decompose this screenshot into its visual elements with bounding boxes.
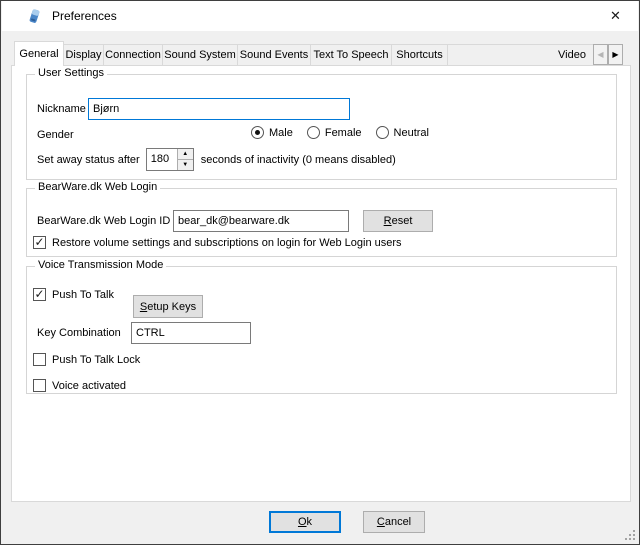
- key-combination-label: Key Combination: [37, 326, 121, 341]
- gender-option-neutral[interactable]: Neutral: [376, 126, 429, 139]
- away-label: Set away status after: [37, 154, 140, 166]
- window-title: Preferences: [52, 9, 117, 23]
- checkbox-label: Voice activated: [52, 380, 126, 392]
- away-seconds-spinner[interactable]: 180 ▲ ▼: [146, 148, 194, 171]
- radio-label: Neutral: [394, 127, 429, 139]
- tab-label: Connection: [105, 49, 161, 61]
- tab-pane-general: User Settings Nickname Gender Male Female…: [11, 65, 631, 502]
- checkbox-icon: ✓: [33, 236, 46, 249]
- tab-display[interactable]: Display: [63, 44, 104, 65]
- gender-radio-group: Male Female Neutral: [251, 126, 429, 139]
- ok-button[interactable]: Ok: [269, 511, 341, 533]
- close-icon: ✕: [610, 8, 621, 24]
- tab-sound-events[interactable]: Sound Events: [237, 44, 311, 65]
- reset-button[interactable]: Reset: [363, 210, 433, 232]
- group-web-login: BearWare.dk Web Login BearWare.dk Web Lo…: [26, 188, 617, 257]
- tab-label: Text To Speech: [314, 49, 389, 61]
- nickname-label: Nickname: [37, 102, 86, 117]
- radio-icon: [251, 126, 264, 139]
- radio-label: Female: [325, 127, 362, 139]
- restore-volume-checkbox[interactable]: ✓ Restore volume settings and subscripti…: [33, 235, 402, 250]
- spinner-up-icon: ▲: [182, 151, 188, 157]
- tab-label: Sound System: [164, 49, 236, 61]
- radio-label: Male: [269, 127, 293, 139]
- group-voice-transmission: Voice Transmission Mode ✓ Push To Talk S…: [26, 266, 617, 394]
- checkbox-label: Push To Talk Lock: [52, 354, 140, 366]
- tab-label: General: [19, 48, 58, 60]
- scroll-right-icon: ▶: [612, 50, 618, 59]
- button-mnemonic: R: [384, 215, 392, 227]
- tab-label: Sound Events: [240, 49, 309, 61]
- tab-text-to-speech[interactable]: Text To Speech: [310, 44, 392, 65]
- checkbox-icon: ✓: [33, 379, 46, 392]
- gender-option-male[interactable]: Male: [251, 126, 293, 139]
- web-login-id-input[interactable]: [173, 210, 349, 232]
- voice-activated-checkbox[interactable]: ✓ Voice activated: [33, 378, 126, 393]
- radio-icon: [376, 126, 389, 139]
- setup-keys-button[interactable]: Setup Keys: [133, 295, 203, 318]
- tab-connection[interactable]: Connection: [103, 44, 163, 65]
- button-mnemonic: S: [140, 301, 147, 313]
- spinner-up-button[interactable]: ▲: [178, 149, 193, 160]
- web-login-id-label: BearWare.dk Web Login ID: [37, 214, 170, 229]
- push-to-talk-checkbox[interactable]: ✓ Push To Talk: [33, 287, 114, 302]
- button-label: eset: [392, 215, 413, 227]
- resize-grip[interactable]: [623, 528, 636, 541]
- away-suffix-label: seconds of inactivity (0 means disabled): [201, 154, 396, 166]
- group-user-settings: User Settings Nickname Gender MaleFemale…: [26, 74, 617, 180]
- tab-label: Display: [65, 49, 101, 61]
- gender-option-female[interactable]: Female: [307, 126, 362, 139]
- button-label: k: [307, 516, 313, 528]
- spinner-value: 180: [147, 149, 177, 170]
- radio-icon: [307, 126, 320, 139]
- titlebar[interactable]: Preferences ✕: [2, 1, 638, 31]
- tab-shortcuts[interactable]: Shortcuts: [391, 44, 448, 65]
- checkbox-label: Restore volume settings and subscription…: [52, 237, 402, 249]
- group-title: BearWare.dk Web Login: [35, 181, 160, 193]
- button-mnemonic: O: [298, 516, 307, 528]
- checkbox-icon: ✓: [33, 353, 46, 366]
- gender-label: Gender: [37, 128, 74, 143]
- nickname-input[interactable]: [88, 98, 350, 120]
- teamtalk-app-icon: [26, 8, 42, 24]
- spinner-buttons: ▲ ▼: [177, 149, 193, 170]
- group-title: Voice Transmission Mode: [35, 259, 166, 271]
- cancel-button[interactable]: Cancel: [363, 511, 425, 533]
- preferences-dialog: Preferences ✕ GeneralDisplayConnectionSo…: [0, 0, 640, 545]
- group-title: User Settings: [35, 67, 107, 79]
- check-icon: ✓: [34, 235, 45, 249]
- close-button[interactable]: ✕: [593, 1, 638, 31]
- scroll-left-icon: ◀: [597, 50, 603, 59]
- check-icon: ✓: [34, 287, 45, 301]
- checkbox-icon: ✓: [33, 288, 46, 301]
- checkbox-label: Push To Talk: [52, 289, 114, 301]
- spinner-down-icon: ▼: [182, 162, 188, 168]
- away-status-row: Set away status after 180 ▲ ▼ seconds of…: [37, 148, 606, 171]
- tab-scroll-left-button: ◀: [593, 44, 608, 65]
- button-mnemonic: C: [377, 516, 385, 528]
- spinner-down-button[interactable]: ▼: [178, 160, 193, 170]
- key-combination-input[interactable]: [131, 322, 251, 344]
- tab-scroll-right-button[interactable]: ▶: [608, 44, 623, 65]
- tab-label: Video: [558, 49, 586, 61]
- tab-bar: General Display ConnectionSound System Soun…: [14, 41, 593, 66]
- tab-sound-system[interactable]: Sound System: [162, 44, 238, 65]
- button-label: etup Keys: [147, 301, 196, 313]
- button-label: ancel: [385, 516, 411, 528]
- push-to-talk-lock-checkbox[interactable]: ✓ Push To Talk Lock: [33, 352, 140, 367]
- tab-label: Shortcuts: [396, 49, 442, 61]
- tab-general[interactable]: General: [14, 41, 64, 66]
- tab-video[interactable]: Video: [447, 44, 593, 65]
